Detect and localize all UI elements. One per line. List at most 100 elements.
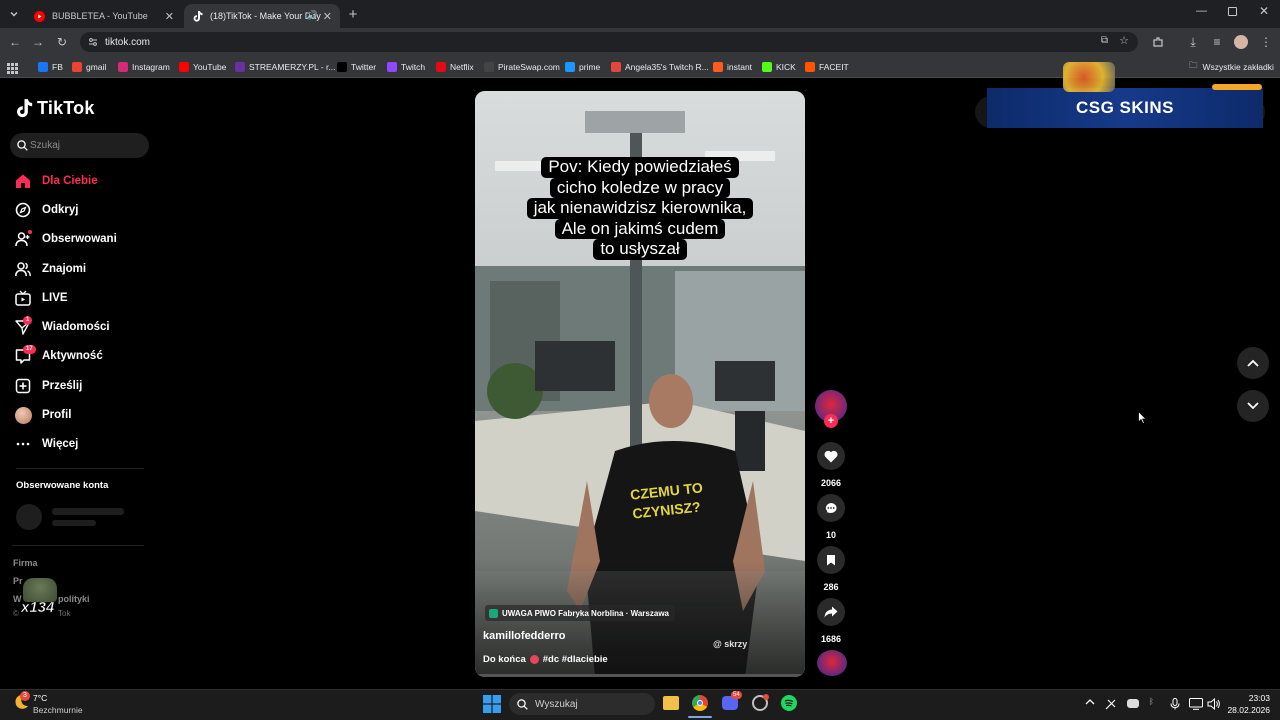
comment-icon[interactable] bbox=[817, 494, 845, 522]
clock-date[interactable]: 28.02.2026 bbox=[1222, 705, 1270, 715]
bookmark-prime[interactable]: prime bbox=[565, 60, 600, 74]
all-bookmarks-folder[interactable]: 🗀 Wszystkie zakładki bbox=[1189, 60, 1274, 74]
tiktok-logo[interactable]: TikTok bbox=[16, 98, 95, 119]
next-video-button[interactable] bbox=[1237, 390, 1269, 422]
bookmark-twitter[interactable]: Twitter bbox=[337, 60, 376, 74]
bookmark-netflix[interactable]: Netflix bbox=[436, 60, 474, 74]
previous-video-button[interactable] bbox=[1237, 347, 1269, 379]
address-bar[interactable]: tiktok.com ⧉ ☆ bbox=[80, 32, 1138, 52]
close-icon[interactable]: ✕ bbox=[323, 10, 332, 23]
comment-action[interactable]: 10 bbox=[815, 494, 847, 540]
bookmark-kick[interactable]: KICK bbox=[762, 60, 796, 74]
media-icon[interactable]: ≡ bbox=[1209, 34, 1225, 50]
video-player[interactable]: CZEMU TO CZYNISZ? Pov: Kiedy powiedziałe… bbox=[475, 91, 805, 677]
video-author[interactable]: kamillofedderro bbox=[483, 630, 566, 642]
clock-time[interactable]: 23:03 bbox=[1228, 693, 1270, 703]
nav-messages[interactable]: 1 Wiadomości bbox=[14, 316, 110, 338]
bookmark-youtube[interactable]: YouTube bbox=[179, 60, 226, 74]
bookmark-gmail[interactable]: gmail bbox=[72, 60, 106, 74]
weather-widget[interactable]: 3 bbox=[12, 691, 30, 711]
overlay-text: x134 bbox=[21, 599, 55, 617]
close-icon[interactable]: ✕ bbox=[165, 10, 174, 23]
apps-grid-icon[interactable] bbox=[7, 61, 18, 74]
bookmark-faceit[interactable]: FACEIT bbox=[805, 60, 849, 74]
nav-label: Więcej bbox=[42, 438, 79, 450]
reload-icon[interactable]: ↻ bbox=[54, 34, 70, 50]
new-tab-plus-icon[interactable]: + bbox=[345, 6, 361, 23]
nav-following[interactable]: Obserwowani bbox=[14, 228, 117, 250]
chrome-icon[interactable] bbox=[692, 695, 708, 711]
tab-title: BUBBLETEA - YouTube bbox=[52, 11, 148, 21]
close-window-icon[interactable]: ✕ bbox=[1259, 4, 1269, 18]
bookmark-instagram[interactable]: Instagram bbox=[118, 60, 170, 74]
prime-icon bbox=[565, 62, 575, 72]
tray-chevron-up-icon[interactable] bbox=[1085, 697, 1095, 708]
location-text: UWAGA PIWO Fabryka Norblina · Warszawa bbox=[502, 608, 669, 618]
bookmark-pirateswap[interactable]: PirateSwap.com bbox=[484, 60, 560, 74]
bookmark-star-icon[interactable]: ☆ bbox=[1119, 34, 1129, 47]
speaker-icon[interactable]: 🔊 bbox=[307, 10, 318, 21]
install-app-icon[interactable]: ⧉ bbox=[1101, 35, 1108, 46]
taskbar-search[interactable]: Wyszukaj bbox=[509, 693, 655, 715]
like-action[interactable]: 2066 bbox=[815, 442, 847, 488]
tab-search-icon[interactable] bbox=[6, 6, 22, 22]
tray-network-app-icon[interactable] bbox=[1105, 697, 1116, 710]
monitor-icon[interactable] bbox=[1189, 697, 1203, 710]
footer-policy-link[interactable]: polityki bbox=[58, 594, 90, 604]
hashtags[interactable]: #dc #dlaciebie bbox=[543, 654, 608, 665]
caption-line: Ale on jakimś cudem bbox=[554, 218, 726, 239]
back-icon[interactable]: ← bbox=[7, 34, 23, 50]
bookmark-icon[interactable] bbox=[817, 546, 845, 574]
footer-program-link[interactable]: Pr bbox=[13, 576, 23, 586]
nav-explore[interactable]: Odkryj bbox=[14, 199, 78, 221]
file-explorer-icon[interactable] bbox=[663, 696, 679, 710]
bookmark-angela[interactable]: Angela35's Twitch R... bbox=[611, 60, 709, 74]
microphone-icon[interactable] bbox=[1170, 697, 1180, 710]
steam-icon[interactable] bbox=[752, 694, 769, 711]
tray-bluetooth-icon[interactable]: ᛒ bbox=[1149, 697, 1154, 706]
tiktok-search-box[interactable]: Szukaj bbox=[10, 133, 149, 158]
search-placeholder: Szukaj bbox=[30, 140, 61, 151]
bookmark-twitch[interactable]: Twitch bbox=[387, 60, 425, 74]
download-icon[interactable]: ⤓ bbox=[1185, 34, 1201, 50]
video-progress-bar[interactable] bbox=[475, 674, 805, 677]
share-action[interactable]: 1686 bbox=[815, 598, 847, 644]
location-chip[interactable]: UWAGA PIWO Fabryka Norblina · Warszawa bbox=[485, 605, 675, 621]
discord-icon[interactable]: 54 bbox=[722, 691, 742, 710]
share-icon[interactable] bbox=[817, 598, 845, 626]
spotify-icon[interactable] bbox=[781, 695, 797, 711]
user-follow-icon bbox=[14, 230, 32, 248]
ad-banner[interactable]: CSG SKINS bbox=[987, 88, 1263, 128]
music-disc-icon[interactable] bbox=[817, 650, 847, 676]
volume-icon[interactable] bbox=[1207, 697, 1221, 711]
nav-more[interactable]: Więcej bbox=[14, 433, 78, 455]
tab-youtube[interactable]: BUBBLETEA - YouTube ✕ bbox=[26, 4, 182, 28]
bookmark-instant[interactable]: instant bbox=[713, 60, 752, 74]
bookmark-label: FACEIT bbox=[819, 62, 849, 72]
tab-tiktok[interactable]: (18)TikTok - Make Your Day 🔊 ✕ bbox=[184, 4, 340, 28]
caption-line: jak nienawidzisz kierownika, bbox=[526, 198, 754, 219]
extensions-icon[interactable] bbox=[1150, 34, 1166, 50]
profile-avatar[interactable] bbox=[1234, 35, 1248, 49]
restore-icon[interactable] bbox=[1228, 7, 1237, 16]
nav-for-you[interactable]: Dla Ciebie bbox=[14, 170, 98, 192]
tray-discord-icon[interactable] bbox=[1127, 699, 1139, 708]
minimize-icon[interactable]: — bbox=[1196, 5, 1207, 17]
heart-icon[interactable] bbox=[817, 442, 845, 470]
follow-plus-icon[interactable]: + bbox=[824, 414, 838, 428]
nav-upload[interactable]: Prześlij bbox=[14, 375, 82, 397]
nav-profile[interactable]: Profil bbox=[14, 404, 71, 426]
nav-friends[interactable]: Znajomi bbox=[14, 258, 86, 280]
bookmark-streamerzy[interactable]: STREAMERZY.PL - r... bbox=[235, 60, 335, 74]
nav-live[interactable]: LIVE bbox=[14, 287, 68, 309]
tiktok-logo-icon bbox=[17, 99, 33, 118]
site-info-icon[interactable] bbox=[88, 37, 98, 47]
windows-start-icon[interactable] bbox=[483, 695, 501, 713]
kebab-menu-icon[interactable]: ⋮ bbox=[1258, 34, 1274, 50]
footer-company-link[interactable]: Firma bbox=[13, 558, 38, 568]
forward-icon[interactable]: → bbox=[30, 34, 46, 50]
bookmark-fb[interactable]: FB bbox=[38, 60, 63, 74]
bookmark-label: gmail bbox=[86, 62, 107, 72]
nav-activity[interactable]: 17 Aktywność bbox=[14, 345, 103, 367]
save-action[interactable]: 286 bbox=[815, 546, 847, 592]
